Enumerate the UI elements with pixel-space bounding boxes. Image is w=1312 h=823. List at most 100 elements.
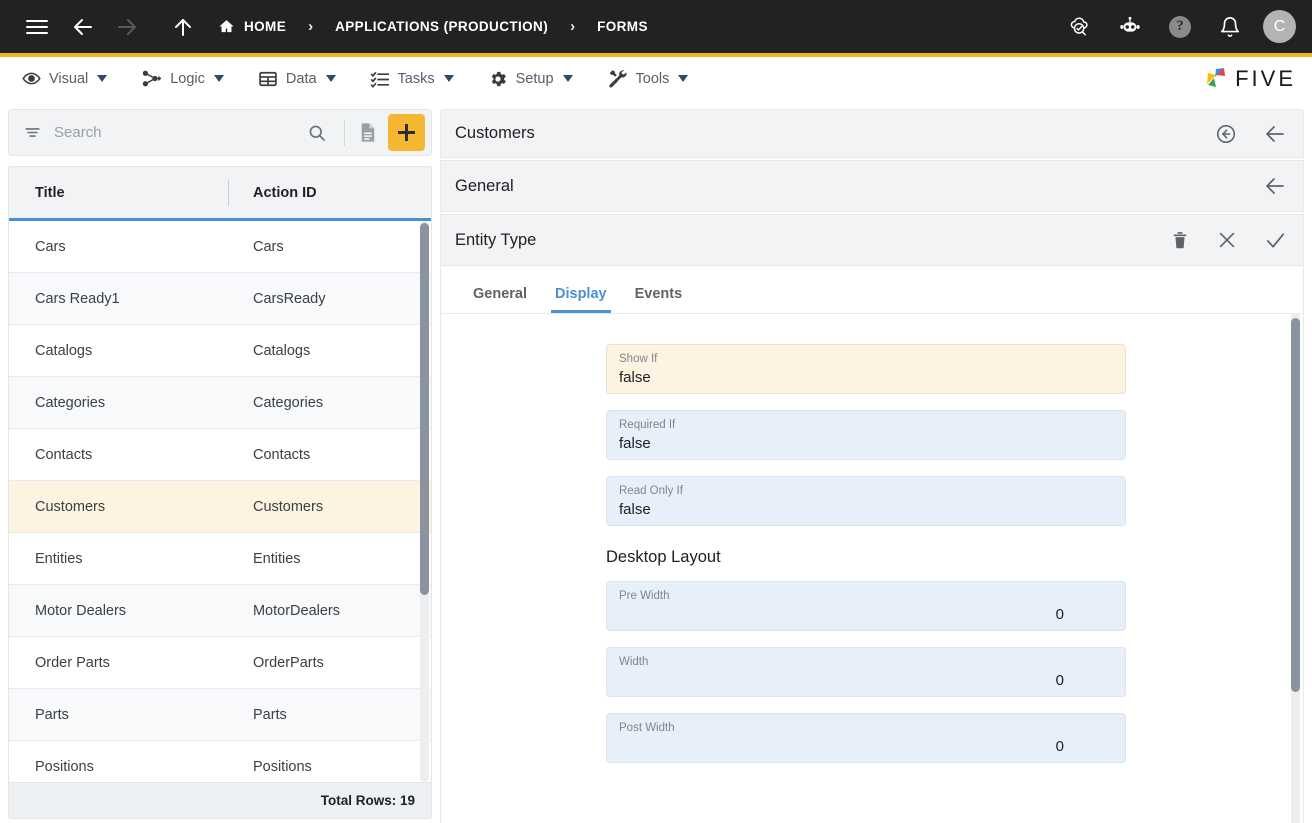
table-row[interactable]: Entities Entities [9, 533, 431, 585]
breadcrumb-item-applications[interactable]: APPLICATIONS (PRODUCTION) [335, 19, 548, 34]
cell-title: Cars Ready1 [35, 290, 120, 307]
field-label-width: Width [619, 656, 649, 668]
eye-icon [22, 69, 41, 88]
field-column: Show If false Required If false Read Onl… [606, 344, 1126, 763]
cell-action-id: Parts [252, 706, 287, 723]
field-label-post-width: Post Width [619, 722, 675, 734]
column-header-title[interactable]: Title [9, 185, 227, 201]
tab-display[interactable]: Display [541, 286, 621, 313]
panel-actions-entity-type [1170, 229, 1287, 252]
cell-action-id: MotorDealers [252, 602, 340, 619]
grid-footer: Total Rows: 19 [9, 782, 431, 818]
table-row[interactable]: Catalogs Catalogs [9, 325, 431, 377]
field-value-read-only-if: false [619, 501, 651, 518]
avatar[interactable]: C [1263, 10, 1296, 43]
tools-icon [607, 68, 628, 89]
document-icon[interactable] [352, 118, 382, 148]
detail-pane: Customers General Entity Type General Di… [440, 101, 1312, 823]
cell-action-id: Positions [252, 758, 312, 775]
panel-actions-customers [1215, 122, 1287, 146]
chevron-down-icon-logic [213, 75, 224, 82]
arrow-left-icon[interactable] [66, 10, 100, 44]
tab-general[interactable]: General [459, 286, 541, 313]
five-pinwheel-icon [1207, 67, 1226, 87]
bell-icon[interactable] [1213, 10, 1247, 44]
form-scrollbar-thumb[interactable] [1291, 318, 1300, 692]
table-row[interactable]: Categories Categories [9, 377, 431, 429]
cell-action-id: Cars [252, 238, 284, 255]
arrow-up-icon[interactable] [166, 10, 200, 44]
menu-item-visual[interactable]: Visual [22, 69, 108, 88]
field-required-if[interactable]: Required If false [606, 410, 1126, 460]
chevron-down-icon-tasks [443, 75, 454, 82]
table-row-selected[interactable]: Customers Customers [9, 481, 431, 533]
application-menu-bar: Visual Logic Data Tasks Setup Tools FIVE [0, 57, 1312, 101]
five-brand-text: FIVE [1235, 65, 1296, 91]
menu-label-visual: Visual [49, 70, 89, 87]
cell-title: Categories [35, 394, 106, 411]
field-label-pre-width: Pre Width [619, 590, 670, 602]
close-icon[interactable] [1216, 229, 1238, 251]
breadcrumb-item-forms[interactable]: FORMS [597, 19, 648, 34]
search-input[interactable] [54, 124, 297, 141]
cell-action-id: Catalogs [252, 342, 311, 359]
grid-header-row: Title Action ID [9, 167, 431, 221]
table-row[interactable]: Motor Dealers MotorDealers [9, 585, 431, 637]
panel-title-customers: Customers [455, 124, 535, 142]
add-button[interactable] [388, 114, 425, 151]
search-divider [344, 119, 345, 146]
forms-grid: Title Action ID Cars Cars Cars Ready1 Ca… [8, 166, 432, 819]
menu-item-tasks[interactable]: Tasks [370, 69, 454, 89]
field-read-only-if[interactable]: Read Only If false [606, 476, 1126, 526]
table-row[interactable]: Cars Cars [9, 221, 431, 273]
search-icon[interactable] [297, 123, 337, 143]
table-row[interactable]: Positions Positions [9, 741, 431, 782]
home-icon [218, 18, 235, 35]
chevron-down-icon-tools [678, 75, 689, 82]
table-row[interactable]: Cars Ready1 CarsReady [9, 273, 431, 325]
arrow-left-icon[interactable] [1263, 122, 1287, 146]
field-post-width[interactable]: Post Width 0 [606, 713, 1126, 763]
five-logo: FIVE [1201, 66, 1296, 92]
menu-label-tasks: Tasks [397, 70, 435, 87]
table-row[interactable]: Order Parts OrderParts [9, 637, 431, 689]
field-show-if[interactable]: Show If false [606, 344, 1126, 394]
cell-action-id: Customers [252, 498, 324, 515]
circle-back-icon[interactable] [1215, 123, 1237, 145]
arrow-right-icon[interactable] [110, 10, 144, 44]
menu-item-tools[interactable]: Tools [607, 68, 689, 89]
tab-bar: General Display Events [441, 266, 1303, 314]
breadcrumb-item-home[interactable]: HOME [218, 18, 286, 35]
help-icon[interactable]: ? [1163, 10, 1197, 44]
field-label-required-if: Required If [619, 419, 676, 431]
menu-item-logic[interactable]: Logic [141, 68, 224, 89]
hamburger-icon[interactable] [20, 10, 54, 44]
menu-label-setup: Setup [515, 70, 554, 87]
display-form: Show If false Required If false Read Onl… [441, 314, 1303, 823]
field-value-required-if: false [619, 435, 651, 452]
table-row[interactable]: Parts Parts [9, 689, 431, 741]
field-pre-width[interactable]: Pre Width 0 [606, 581, 1126, 631]
check-icon[interactable] [1264, 229, 1287, 252]
menu-item-data[interactable]: Data [258, 69, 336, 89]
field-width[interactable]: Width 0 [606, 647, 1126, 697]
cell-action-id: OrderParts [252, 654, 324, 671]
cell-title: Positions [35, 758, 94, 775]
menu-item-setup[interactable]: Setup [488, 69, 573, 89]
column-header-action-id[interactable]: Action ID [227, 185, 431, 201]
panel-header-general: General [440, 160, 1304, 212]
panel-header-customers: Customers [440, 109, 1304, 158]
cloud-check-icon[interactable] [1063, 10, 1097, 44]
search-bar [8, 109, 432, 156]
cell-title: Parts [35, 706, 69, 723]
arrow-left-icon[interactable] [1263, 174, 1287, 198]
trash-icon[interactable] [1170, 230, 1190, 250]
robot-icon[interactable] [1113, 10, 1147, 44]
filter-icon[interactable] [23, 123, 42, 142]
tab-events[interactable]: Events [621, 286, 697, 313]
menu-label-logic: Logic [170, 70, 205, 87]
table-row[interactable]: Contacts Contacts [9, 429, 431, 481]
breadcrumb-label-home: HOME [244, 19, 287, 34]
grid-scrollbar-thumb[interactable] [420, 223, 429, 595]
cell-title: Order Parts [35, 654, 110, 671]
